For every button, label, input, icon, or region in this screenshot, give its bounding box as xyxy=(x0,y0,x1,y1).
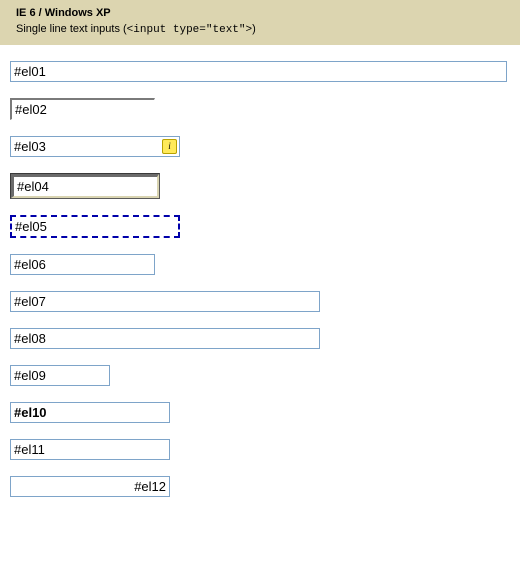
input-el02[interactable] xyxy=(10,98,155,120)
row-el05 xyxy=(10,215,510,238)
input-el07[interactable] xyxy=(10,291,320,312)
input-el05[interactable] xyxy=(10,215,180,238)
row-el02 xyxy=(10,98,510,120)
row-el03: i xyxy=(10,136,510,157)
row-el09 xyxy=(10,365,510,386)
row-el07 xyxy=(10,291,510,312)
input-el04[interactable] xyxy=(11,174,159,198)
row-el06 xyxy=(10,254,510,275)
input-el10[interactable] xyxy=(10,402,170,423)
subtitle-suffix: ) xyxy=(252,23,256,35)
examples-body: i xyxy=(0,45,520,523)
page-subtitle: Single line text inputs (<input type="te… xyxy=(16,22,510,38)
browser-os-title: IE 6 / Windows XP xyxy=(16,6,510,21)
row-el01 xyxy=(10,61,510,82)
subtitle-prefix: Single line text inputs ( xyxy=(16,23,127,35)
page-header: IE 6 / Windows XP Single line text input… xyxy=(0,0,520,45)
input-el03[interactable] xyxy=(10,136,180,157)
input-el08[interactable] xyxy=(10,328,320,349)
row-el10 xyxy=(10,402,510,423)
input-el11[interactable] xyxy=(10,439,170,460)
row-el11 xyxy=(10,439,510,460)
row-el12 xyxy=(10,476,510,497)
input-el12[interactable] xyxy=(10,476,170,497)
row-el08 xyxy=(10,328,510,349)
input-el01[interactable] xyxy=(10,61,507,82)
input-el09[interactable] xyxy=(10,365,110,386)
autofill-info-icon: i xyxy=(162,139,177,154)
subtitle-code: <input type="text"> xyxy=(127,24,252,36)
row-el04 xyxy=(10,173,510,199)
input-el06[interactable] xyxy=(10,254,155,275)
